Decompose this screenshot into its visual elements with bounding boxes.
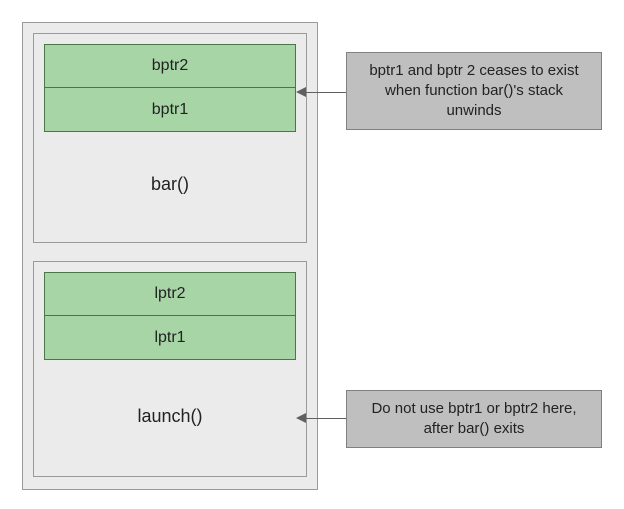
note-text: Do not use bptr1 or bptr2 here, after ba… — [359, 399, 589, 440]
variable-label: lptr2 — [154, 285, 185, 303]
variable-lptr2: lptr2 — [44, 272, 296, 316]
stack-container: bptr2 bptr1 bar() lptr2 lptr1 launch() — [22, 22, 318, 490]
frame-label-launch: launch() — [34, 406, 306, 427]
note-text: bptr1 and bptr 2 ceases to exist when fu… — [359, 61, 589, 122]
arrow-line — [306, 418, 346, 419]
variable-label: bptr2 — [152, 57, 188, 75]
arrow-head-icon — [296, 413, 306, 423]
arrow-head-icon — [296, 87, 306, 97]
stack-frame-launch: lptr2 lptr1 launch() — [33, 261, 307, 477]
variable-bptr2: bptr2 — [44, 44, 296, 88]
variable-label: lptr1 — [154, 329, 185, 347]
stack-frame-bar: bptr2 bptr1 bar() — [33, 33, 307, 243]
annotation-note-1: bptr1 and bptr 2 ceases to exist when fu… — [346, 52, 602, 130]
arrow-line — [306, 92, 346, 93]
annotation-note-2: Do not use bptr1 or bptr2 here, after ba… — [346, 390, 602, 448]
variable-lptr1: lptr1 — [44, 316, 296, 360]
variable-bptr1: bptr1 — [44, 88, 296, 132]
frame-label-bar: bar() — [34, 174, 306, 195]
variable-label: bptr1 — [152, 101, 188, 119]
